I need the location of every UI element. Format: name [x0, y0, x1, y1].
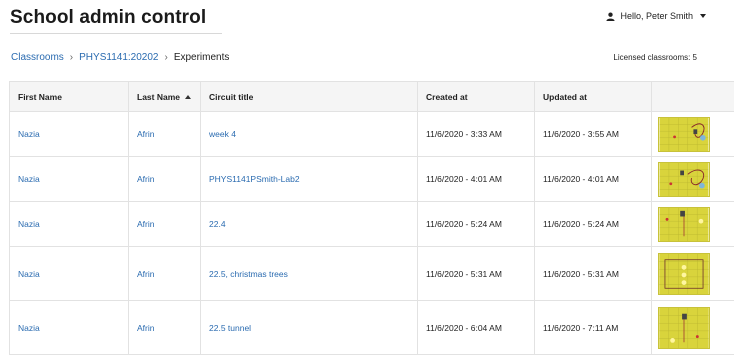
- licensed-classrooms-count: Licensed classrooms: 5: [613, 53, 697, 62]
- breadcrumb-separator: ›: [69, 52, 74, 63]
- cell-thumbnail: [651, 246, 734, 301]
- cell-first-name[interactable]: Nazia: [9, 111, 129, 157]
- cell-circuit-title[interactable]: 22.5, christmas trees: [200, 246, 418, 301]
- column-header-circuit-title[interactable]: Circuit title: [200, 81, 418, 112]
- title-divider: [10, 33, 222, 34]
- column-header-created-at[interactable]: Created at: [417, 81, 535, 112]
- cell-first-name[interactable]: Nazia: [9, 156, 129, 202]
- cell-thumbnail: [651, 300, 734, 355]
- cell-updated-at: 11/6/2020 - 3:55 AM: [534, 111, 652, 157]
- page-title: School admin control: [10, 7, 207, 28]
- cell-circuit-title[interactable]: week 4: [200, 111, 418, 157]
- table-row: Nazia Afrin 22.5, christmas trees 11/6/2…: [9, 246, 734, 301]
- cell-created-at: 11/6/2020 - 6:04 AM: [417, 300, 535, 355]
- cell-first-name[interactable]: Nazia: [9, 300, 129, 355]
- cell-last-name[interactable]: Afrin: [128, 300, 201, 355]
- cell-last-name[interactable]: Afrin: [128, 246, 201, 301]
- cell-thumbnail: [651, 111, 734, 157]
- breadcrumb-current: Experiments: [173, 52, 230, 63]
- breadcrumb-classroom[interactable]: PHYS1141:20202: [79, 52, 158, 63]
- table-row: Nazia Afrin 22.4 11/6/2020 - 5:24 AM 11/…: [9, 201, 734, 247]
- table-header-row: First Name Last Name Circuit title Creat…: [9, 81, 734, 112]
- cell-last-name[interactable]: Afrin: [128, 111, 201, 157]
- user-greeting: Hello, Peter Smith: [620, 11, 693, 21]
- column-header-last-name[interactable]: Last Name: [128, 81, 201, 112]
- sort-ascending-icon: [185, 95, 191, 100]
- cell-last-name[interactable]: Afrin: [128, 201, 201, 247]
- cell-created-at: 11/6/2020 - 4:01 AM: [417, 156, 535, 202]
- chevron-down-icon: [700, 14, 706, 18]
- breadcrumb-separator: ›: [164, 52, 168, 63]
- cell-first-name[interactable]: Nazia: [9, 201, 129, 247]
- cell-circuit-title[interactable]: PHYS1141PSmith-Lab2: [200, 156, 418, 202]
- column-header-updated-at[interactable]: Updated at: [534, 81, 652, 112]
- circuit-thumbnail[interactable]: [658, 306, 710, 349]
- column-header-thumbnail: [651, 81, 734, 112]
- user-icon: [606, 12, 616, 21]
- cell-created-at: 11/6/2020 - 5:31 AM: [417, 246, 535, 301]
- table-row: Nazia Afrin week 4 11/6/2020 - 3:33 AM 1…: [9, 111, 734, 157]
- cell-updated-at: 11/6/2020 - 4:01 AM: [534, 156, 652, 202]
- breadcrumb-classrooms[interactable]: Classrooms: [11, 52, 64, 63]
- circuit-thumbnail[interactable]: [658, 161, 710, 197]
- table-row: Nazia Afrin PHYS1141PSmith-Lab2 11/6/202…: [9, 156, 734, 202]
- table-row: Nazia Afrin 22.5 tunnel 11/6/2020 - 6:04…: [9, 300, 734, 355]
- circuit-thumbnail[interactable]: [658, 116, 710, 152]
- cell-first-name[interactable]: Nazia: [9, 246, 129, 301]
- breadcrumb: Classrooms › PHYS1141:20202 › Experiment…: [11, 52, 229, 63]
- cell-created-at: 11/6/2020 - 5:24 AM: [417, 201, 535, 247]
- cell-updated-at: 11/6/2020 - 5:24 AM: [534, 201, 652, 247]
- cell-circuit-title[interactable]: 22.4: [200, 201, 418, 247]
- user-menu[interactable]: Hello, Peter Smith: [606, 11, 706, 21]
- circuit-thumbnail[interactable]: [658, 252, 710, 295]
- cell-thumbnail: [651, 201, 734, 247]
- cell-created-at: 11/6/2020 - 3:33 AM: [417, 111, 535, 157]
- cell-updated-at: 11/6/2020 - 7:11 AM: [534, 300, 652, 355]
- cell-updated-at: 11/6/2020 - 5:31 AM: [534, 246, 652, 301]
- experiments-table: First Name Last Name Circuit title Creat…: [9, 81, 734, 355]
- column-header-last-name-label: Last Name: [137, 91, 180, 102]
- cell-last-name[interactable]: Afrin: [128, 156, 201, 202]
- circuit-thumbnail[interactable]: [658, 206, 710, 242]
- cell-thumbnail: [651, 156, 734, 202]
- column-header-first-name[interactable]: First Name: [9, 81, 129, 112]
- cell-circuit-title[interactable]: 22.5 tunnel: [200, 300, 418, 355]
